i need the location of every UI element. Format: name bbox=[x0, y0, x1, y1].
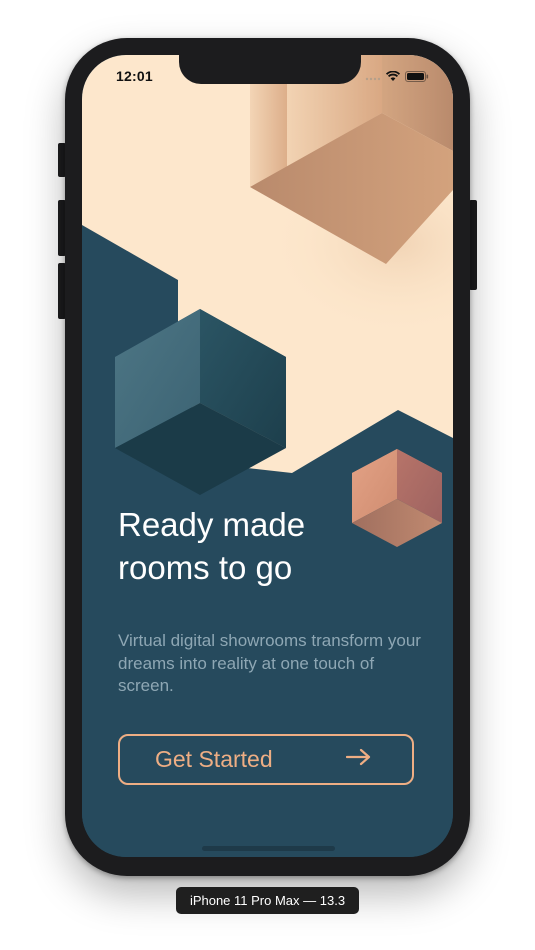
battery-icon bbox=[405, 69, 429, 87]
app-screen: 12:01 Ready made rooms to go Virtual dig… bbox=[82, 55, 453, 857]
status-time: 12:01 bbox=[116, 68, 153, 84]
home-indicator[interactable] bbox=[202, 846, 335, 851]
status-icons bbox=[365, 69, 429, 87]
signal-icon bbox=[365, 69, 381, 87]
description-text: Virtual digital showrooms transform your… bbox=[118, 631, 421, 695]
device-label: iPhone 11 Pro Max — 13.3 bbox=[176, 887, 359, 914]
arrow-right-icon bbox=[345, 748, 372, 771]
get-started-button[interactable]: Get Started bbox=[118, 734, 414, 785]
headline-line-1: Ready made bbox=[118, 506, 306, 543]
wifi-icon bbox=[385, 69, 401, 87]
headline: Ready made rooms to go bbox=[118, 503, 378, 589]
notch bbox=[179, 55, 361, 84]
power-button[interactable] bbox=[469, 200, 477, 290]
get-started-label: Get Started bbox=[155, 746, 273, 772]
headline-line-2: rooms to go bbox=[118, 549, 293, 586]
